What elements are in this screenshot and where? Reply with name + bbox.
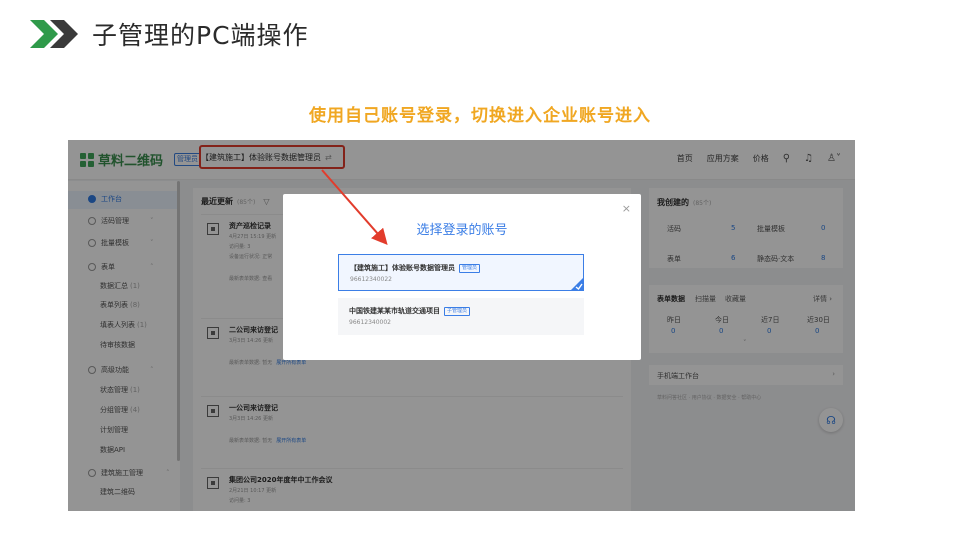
role-tag: 子管理员 <box>444 306 471 316</box>
app-screenshot: 草料二维码 管理员 【建筑施工】体验账号数据管理员 ⇄ 首页 应用方案 价格 ⚲… <box>68 140 855 511</box>
check-icon <box>570 277 584 291</box>
role-tag: 管理员 <box>459 263 481 273</box>
slide-title: 子管理的PC端操作 <box>92 21 309 50</box>
dialog-title: 选择登录的账号 <box>416 223 508 238</box>
account-id: 96612340002 <box>349 319 391 326</box>
account-option[interactable]: 中国铁建某某市轨道交通项目 子管理员 96612340002 <box>338 298 584 335</box>
double-chevron-icon <box>30 16 82 52</box>
account-name: 【建筑施工】体验账号数据管理员 <box>350 264 455 272</box>
account-option-selected[interactable]: 【建筑施工】体验账号数据管理员 管理员 96612340022 <box>338 254 584 291</box>
account-select-dialog: × 选择登录的账号 【建筑施工】体验账号数据管理员 管理员 9661234002… <box>283 194 641 360</box>
close-icon[interactable]: × <box>622 202 631 215</box>
account-name: 中国铁建某某市轨道交通项目 <box>349 307 440 315</box>
slide-header: 子管理的PC端操作 <box>30 14 309 54</box>
slide-subtitle: 使用自己账号登录，切换进入企业账号进入 <box>309 106 651 126</box>
account-id: 96612340022 <box>350 276 392 283</box>
